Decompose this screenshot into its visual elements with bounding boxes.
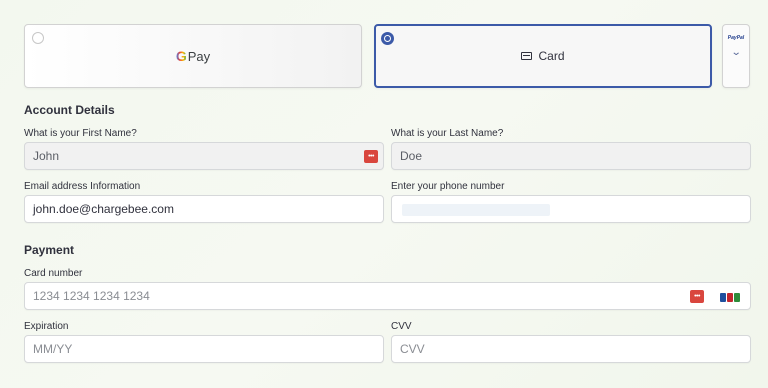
autofill-icon[interactable]: ••• xyxy=(690,290,704,303)
chevron-down-icon: ⌄ xyxy=(730,47,742,58)
email-value: john.doe@chargebee.com xyxy=(33,202,174,216)
cvv-input[interactable]: CVV xyxy=(391,335,751,363)
cvv-label: CVV xyxy=(391,321,412,332)
gpay-radio[interactable] xyxy=(32,32,44,44)
card-number-input[interactable]: 1234 1234 1234 1234 ••• xyxy=(24,282,751,310)
credit-card-icon xyxy=(521,52,533,60)
checkout-form: G Pay Card PayPal ⌄ Account Details What… xyxy=(0,0,768,388)
expiration-label: Expiration xyxy=(24,321,69,332)
last-name-label: What is your Last Name? xyxy=(391,128,504,139)
card-option[interactable]: Card xyxy=(374,24,712,88)
expiration-placeholder: MM/YY xyxy=(33,342,73,356)
last-name-input[interactable]: Doe xyxy=(391,142,751,170)
phone-label: Enter your phone number xyxy=(391,181,505,192)
email-input[interactable]: john.doe@chargebee.com xyxy=(24,195,384,223)
phone-input[interactable] xyxy=(391,195,751,223)
phone-input-placeholder-shade xyxy=(402,204,550,216)
account-details-title: Account Details xyxy=(24,103,115,117)
paypal-logo: PayPal xyxy=(727,35,745,41)
gpay-option[interactable]: G Pay xyxy=(24,24,362,88)
first-name-input[interactable]: John ••• xyxy=(24,142,384,170)
jcb-card-brand-icon xyxy=(720,293,740,302)
gpay-logo: G Pay xyxy=(176,48,210,64)
google-g-icon: G xyxy=(175,48,187,64)
autofill-icon[interactable]: ••• xyxy=(364,150,378,163)
first-name-value: John xyxy=(33,149,60,163)
more-payment-methods-button[interactable]: PayPal ⌄ xyxy=(722,24,750,88)
cvv-placeholder: CVV xyxy=(400,342,425,356)
card-radio[interactable] xyxy=(381,32,394,45)
gpay-label: Pay xyxy=(187,48,211,64)
card-number-label: Card number xyxy=(24,268,83,279)
payment-title: Payment xyxy=(24,243,75,257)
email-label: Email address Information xyxy=(24,181,141,192)
expiration-input[interactable]: MM/YY xyxy=(24,335,384,363)
first-name-label: What is your First Name? xyxy=(24,128,137,139)
last-name-value: Doe xyxy=(400,149,423,163)
card-option-label: Card xyxy=(538,49,565,63)
card-number-placeholder: 1234 1234 1234 1234 xyxy=(33,289,150,303)
